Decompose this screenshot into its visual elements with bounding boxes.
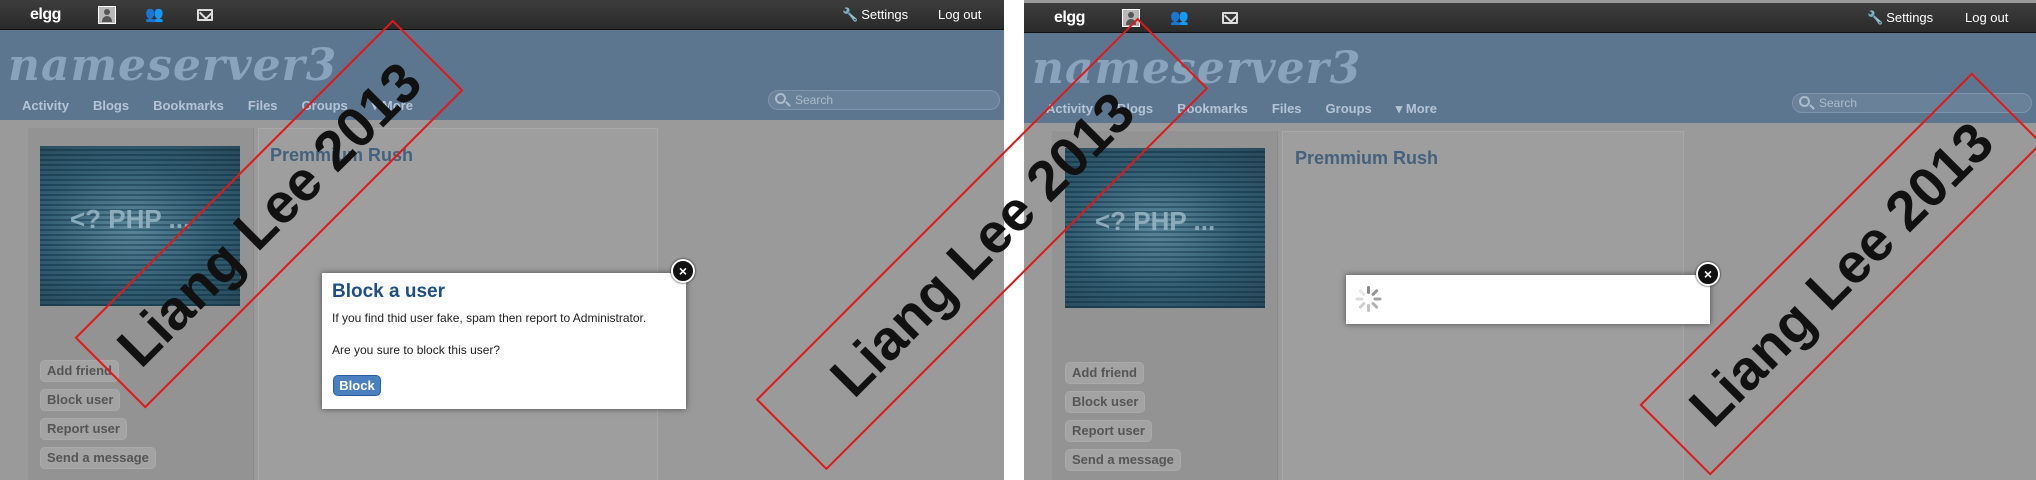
nav-files[interactable]: Files [1272,101,1302,117]
search-input[interactable]: Search [768,90,1000,110]
block-user-button[interactable]: Block user [1065,391,1146,413]
nav-more[interactable]: ▾ More [1396,101,1437,117]
dialog-message: If you find thid user fake, spam then re… [332,311,647,325]
nav-groups[interactable]: Groups [1326,101,1372,117]
search-icon [1799,96,1810,107]
close-icon[interactable]: × [1696,262,1720,286]
add-friend-button[interactable]: Add friend [1065,362,1144,384]
topbar: elgg 👥 🔧 Settings Log out [0,0,1004,30]
search-placeholder: Search [1819,96,1858,110]
elgg-logo[interactable]: elgg [30,6,61,24]
wrench-icon: 🔧 [842,7,859,22]
block-user-dialog: Block a user If you find thid user fake,… [322,273,686,409]
friends-icon[interactable]: 👥 [145,6,164,24]
settings-label: Settings [1886,10,1934,25]
loading-spinner-icon [1355,286,1382,312]
dialog-question: Are you sure to block this user? [332,343,501,357]
loading-dialog [1346,275,1710,324]
close-icon[interactable]: × [671,259,695,283]
avatar-text: <? PHP ... [70,204,191,234]
dialog-title: Block a user [332,281,445,302]
avatar-icon[interactable] [98,6,116,24]
mail-icon[interactable] [1222,12,1238,24]
mail-icon[interactable] [197,9,213,21]
settings-label: Settings [861,7,909,22]
composite-screenshot: elgg 👥 🔧 Settings Log out nameserver3 Act… [0,0,2036,480]
logout-link[interactable]: Log out [1965,10,2008,25]
profile-title: Premmium Rush [1295,148,1439,168]
logout-link[interactable]: Log out [938,7,981,22]
nav-activity[interactable]: Activity [22,98,69,114]
send-message-button[interactable]: Send a message [1065,449,1181,471]
report-user-button[interactable]: Report user [40,418,127,440]
topbar: elgg 👥 🔧 Settings Log out [1024,3,2036,33]
block-user-button[interactable]: Block user [40,389,121,411]
site-name[interactable]: nameserver3 [8,40,337,91]
settings-link[interactable]: 🔧 Settings [1867,10,1933,26]
settings-link[interactable]: 🔧 Settings [842,7,908,23]
nav-blogs[interactable]: Blogs [93,98,129,114]
site-header: nameserver3 Activity Blogs Bookmarks Fil… [0,30,1004,120]
report-user-button[interactable]: Report user [1065,420,1152,442]
nav-files[interactable]: Files [248,98,278,114]
elgg-logo[interactable]: elgg [1054,9,1085,27]
send-message-button[interactable]: Send a message [40,447,156,469]
wrench-icon: 🔧 [1867,10,1884,25]
block-button[interactable]: Block [333,375,381,396]
avatar-text: <? PHP ... [1095,206,1216,236]
nav-bookmarks[interactable]: Bookmarks [153,98,224,114]
search-icon [775,93,786,104]
friends-icon[interactable]: 👥 [1170,9,1189,27]
search-placeholder: Search [795,93,834,107]
